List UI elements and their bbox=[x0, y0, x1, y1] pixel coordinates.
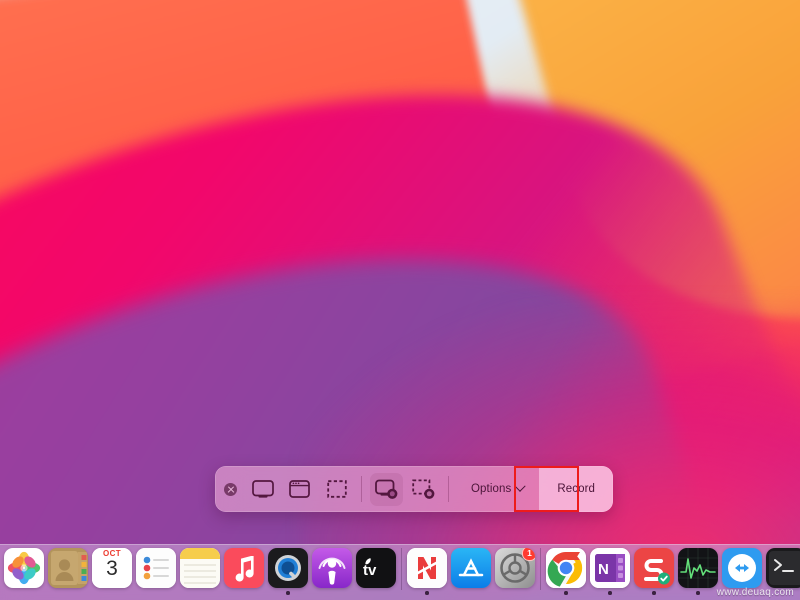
dock-item-news[interactable] bbox=[405, 548, 449, 595]
chevron-down-icon bbox=[514, 480, 527, 492]
toolbar-divider-1 bbox=[361, 476, 362, 502]
terminal-icon bbox=[766, 548, 800, 588]
photos-icon bbox=[4, 548, 44, 588]
record-entire-screen-icon bbox=[374, 479, 397, 499]
close-icon[interactable] bbox=[224, 482, 237, 496]
svg-text:tv: tv bbox=[363, 562, 377, 579]
capture-entire-screen-button[interactable] bbox=[246, 473, 279, 506]
dock-item-apple-tv[interactable]: tv bbox=[354, 548, 398, 595]
dock-item-evernote[interactable] bbox=[632, 548, 676, 595]
notes-icon bbox=[180, 548, 220, 588]
dock-divider-1 bbox=[401, 548, 402, 590]
app-store-icon bbox=[451, 548, 491, 588]
dock-item-activity-monitor[interactable] bbox=[676, 548, 720, 595]
apple-tv-icon: tv bbox=[356, 548, 396, 588]
capture-selected-portion-icon bbox=[326, 480, 347, 498]
news-icon bbox=[407, 548, 447, 588]
dock-item-onenote[interactable]: N bbox=[588, 548, 632, 595]
capture-entire-screen-icon bbox=[251, 479, 274, 498]
activity-monitor-icon bbox=[678, 548, 718, 588]
record-button[interactable]: Record bbox=[539, 466, 614, 512]
teamviewer-icon bbox=[722, 548, 762, 588]
dock-item-reminders[interactable] bbox=[134, 548, 178, 595]
dock-item-system-preferences[interactable]: 1 bbox=[493, 548, 537, 595]
toolbar-divider-2 bbox=[448, 476, 449, 502]
record-entire-screen-button[interactable] bbox=[370, 472, 403, 506]
system-preferences-badge: 1 bbox=[522, 548, 535, 561]
running-indicator bbox=[286, 591, 290, 595]
screenshot-toolbar: Options Record bbox=[215, 466, 614, 512]
options-label: Options bbox=[471, 483, 512, 495]
onenote-icon: N bbox=[590, 548, 630, 588]
dock-item-music[interactable] bbox=[222, 548, 266, 595]
capture-selected-window-button[interactable] bbox=[283, 473, 316, 506]
running-indicator bbox=[425, 591, 429, 595]
capture-selected-window-icon bbox=[289, 480, 310, 498]
capture-selected-portion-button[interactable] bbox=[320, 473, 353, 506]
dock-item-google-chrome[interactable] bbox=[544, 548, 588, 595]
svg-text:N: N bbox=[598, 561, 609, 578]
running-indicator bbox=[696, 591, 700, 595]
record-selected-portion-button[interactable] bbox=[407, 473, 440, 506]
running-indicator bbox=[608, 591, 612, 595]
calendar-day: 3 bbox=[106, 557, 118, 580]
dock-divider-2 bbox=[540, 548, 541, 590]
quicktime-player-icon bbox=[268, 548, 308, 588]
dock-item-calendar[interactable]: OCT 3 bbox=[90, 548, 134, 595]
running-indicator bbox=[652, 591, 656, 595]
contacts-icon bbox=[48, 548, 88, 588]
dock-item-notes[interactable] bbox=[178, 548, 222, 595]
running-indicator bbox=[564, 591, 568, 595]
dock-item-contacts[interactable] bbox=[46, 548, 90, 595]
google-chrome-icon bbox=[546, 548, 586, 588]
calendar-icon: OCT 3 bbox=[92, 548, 132, 588]
music-icon bbox=[224, 548, 264, 588]
evernote-icon bbox=[634, 548, 674, 588]
reminders-icon bbox=[136, 548, 176, 588]
dock-item-quicktime-player[interactable] bbox=[266, 548, 310, 595]
desktop-screen: Options Record OCT 3 tv 1 N www.deuaq.co… bbox=[0, 0, 800, 600]
options-button[interactable]: Options bbox=[455, 466, 539, 512]
podcasts-icon bbox=[312, 548, 352, 588]
record-selected-portion-icon bbox=[411, 478, 434, 499]
dock-item-photos[interactable] bbox=[2, 548, 46, 595]
watermark: www.deuaq.com bbox=[716, 587, 794, 598]
dock-item-podcasts[interactable] bbox=[310, 548, 354, 595]
system-preferences-icon: 1 bbox=[495, 548, 535, 588]
record-label: Record bbox=[557, 483, 596, 495]
dock: OCT 3 tv 1 N www.deuaq.com bbox=[0, 544, 800, 600]
wallpaper-band-glow bbox=[300, 300, 800, 560]
dock-item-app-store[interactable] bbox=[449, 548, 493, 595]
